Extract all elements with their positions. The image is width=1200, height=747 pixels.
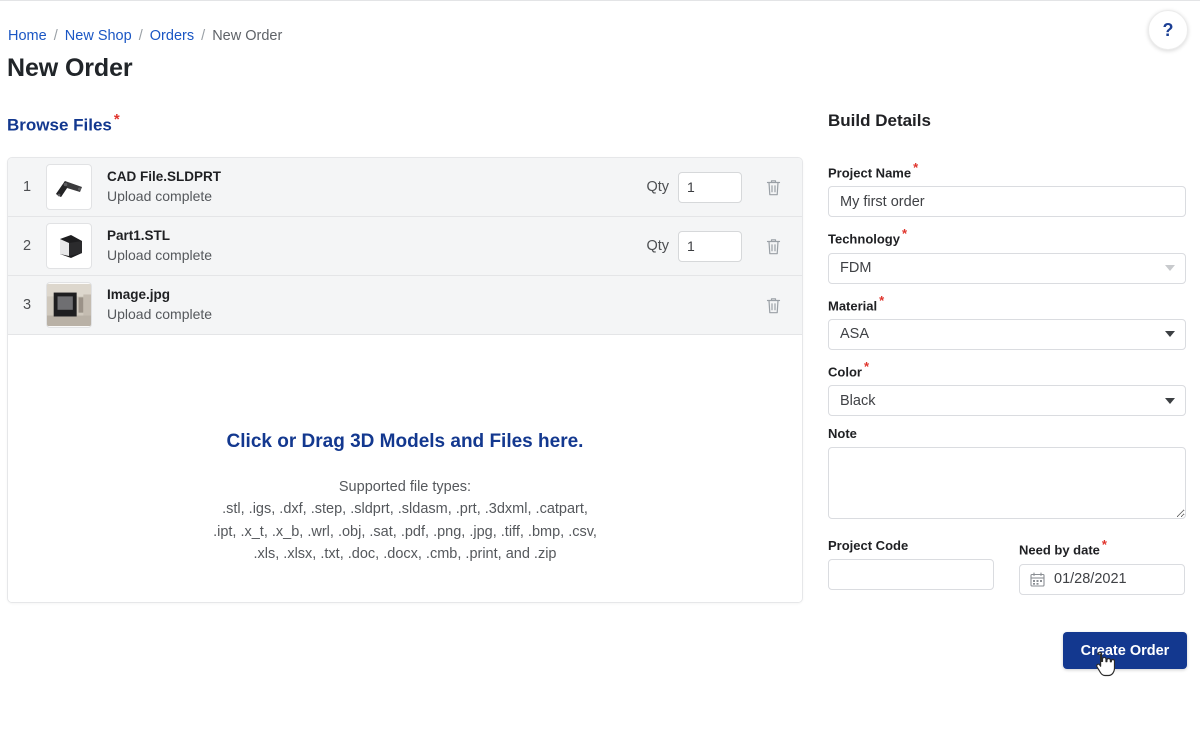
project-name-label: Project Name *	[828, 160, 919, 181]
color-field: Color * Black	[828, 358, 1186, 417]
file-name: Part1.STL	[107, 228, 171, 244]
need-by-date-picker[interactable]: 01/28/2021	[1019, 563, 1185, 595]
project-code-field: Project Code	[828, 538, 994, 594]
cube-model-thumbnail	[46, 223, 92, 269]
row-index: 2	[22, 238, 32, 254]
required-asterisk: *	[113, 111, 120, 128]
material-label: Material *	[828, 292, 885, 313]
breadcrumb-separator: /	[201, 28, 206, 44]
required-asterisk: *	[1101, 537, 1107, 553]
chevron-down-icon	[1165, 265, 1175, 272]
qty-group: Qty	[646, 171, 742, 203]
need-by-date-field: Need by date * 01/28/2021	[1019, 537, 1185, 595]
required-asterisk: *	[901, 226, 908, 242]
technology-field: Technology * FDM	[828, 226, 1186, 284]
technology-select[interactable]: FDM	[828, 252, 1186, 284]
color-select[interactable]: Black	[828, 385, 1186, 417]
need-by-date-value: 01/28/2021	[1054, 571, 1127, 588]
trash-icon	[766, 297, 780, 313]
required-asterisk: *	[863, 358, 870, 374]
create-order-button[interactable]: Create Order	[1063, 632, 1187, 669]
files-panel: 1 CAD File.SLDPRT Upload complete Qty 1 …	[7, 157, 803, 603]
qty-label: Qty	[646, 179, 669, 195]
dropzone-title: Click or Drag 3D Models and Files here.	[226, 431, 584, 452]
material-value: ASA	[840, 326, 870, 343]
file-status: Upload complete	[107, 305, 213, 322]
question-mark-icon: ?	[1162, 19, 1174, 40]
dropzone-supported-types: Supported file types: .stl, .igs, .dxf, …	[213, 476, 597, 566]
build-details-heading: Build Details	[828, 111, 931, 130]
table-row[interactable]: 1 CAD File.SLDPRT Upload complete Qty	[8, 158, 802, 217]
project-name-field: Project Name *	[828, 160, 1186, 218]
color-label: Color *	[828, 358, 870, 380]
chevron-down-icon	[1165, 331, 1175, 338]
breadcrumb-separator: /	[53, 28, 58, 44]
file-name: CAD File.SLDPRT	[107, 169, 222, 185]
material-select[interactable]: ASA	[828, 318, 1186, 350]
file-meta: Image.jpg Upload complete	[107, 286, 760, 323]
qty-input[interactable]	[678, 230, 742, 262]
table-row[interactable]: 3 Image.jpg Upload complete	[8, 276, 802, 335]
technology-label: Technology *	[828, 226, 908, 247]
breadcrumb-item-home[interactable]: Home	[8, 28, 47, 44]
file-name: Image.jpg	[107, 287, 171, 303]
qty-input[interactable]	[678, 171, 742, 203]
calendar-icon	[1030, 572, 1045, 587]
supported-types-line-3: .xls, .xlsx, .txt, .doc, .docx, .cmb, .p…	[253, 546, 557, 563]
file-status: Upload complete	[107, 246, 213, 263]
page-title: New Order	[7, 54, 133, 82]
breadcrumb-item-new-shop[interactable]: New Shop	[65, 28, 132, 44]
table-row[interactable]: 2 Part1.STL Upload complete Qty	[8, 217, 802, 276]
bottom-fields-row: Project Code Need by date * 01/28/2021	[828, 537, 1186, 595]
chevron-down-icon	[1165, 397, 1175, 404]
trash-icon	[766, 238, 780, 254]
project-name-input[interactable]	[828, 186, 1186, 218]
file-dropzone[interactable]: Click or Drag 3D Models and Files here. …	[8, 335, 802, 602]
supported-types-line-1: .stl, .igs, .dxf, .step, .sldprt, .sldas…	[222, 501, 588, 518]
help-button[interactable]: ?	[1148, 10, 1188, 50]
file-status: Upload complete	[107, 187, 213, 204]
note-field: Note	[828, 426, 1186, 524]
color-value: Black	[840, 392, 876, 409]
note-label: Note	[828, 426, 857, 442]
new-order-page: Home / New Shop / Orders / New Order New…	[0, 0, 1200, 747]
breadcrumb-item-orders[interactable]: Orders	[150, 28, 194, 44]
delete-file-button[interactable]	[760, 296, 786, 315]
qty-group: Qty	[646, 230, 742, 262]
technology-value: FDM	[840, 260, 872, 277]
note-textarea[interactable]	[828, 447, 1186, 520]
row-index: 1	[22, 179, 32, 195]
row-index: 3	[22, 297, 32, 313]
required-asterisk: *	[879, 292, 885, 308]
material-select-wrap: ASA	[828, 318, 1186, 350]
browse-files-label: Browse Files	[7, 115, 112, 135]
supported-types-heading: Supported file types:	[338, 479, 472, 495]
delete-file-button[interactable]	[760, 178, 786, 197]
browse-files-heading: Browse Files *	[7, 111, 120, 136]
breadcrumb-item-current: New Order	[212, 28, 283, 44]
delete-file-button[interactable]	[760, 237, 786, 256]
trash-icon	[766, 179, 780, 195]
file-meta: Part1.STL Upload complete	[107, 227, 646, 264]
need-by-date-label: Need by date *	[1019, 537, 1107, 558]
photo-thumbnail	[46, 282, 92, 328]
required-asterisk: *	[913, 160, 919, 175]
qty-label: Qty	[646, 238, 669, 254]
color-select-wrap: Black	[828, 385, 1186, 417]
cad-bracket-thumbnail	[46, 164, 92, 210]
technology-select-wrap: FDM	[828, 252, 1186, 284]
breadcrumb-separator: /	[138, 28, 143, 44]
material-field: Material * ASA	[828, 294, 1186, 350]
file-meta: CAD File.SLDPRT Upload complete	[107, 168, 646, 205]
build-details-form: Project Name* Technology* FDM Material* …	[828, 161, 1186, 595]
supported-types-line-2: .ipt, .x_t, .x_b, .wrl, .obj, .sat, .pdf…	[213, 523, 597, 540]
project-code-input[interactable]	[828, 559, 994, 591]
breadcrumb: Home / New Shop / Orders / New Order	[8, 28, 282, 44]
project-code-label: Project Code	[828, 538, 909, 554]
